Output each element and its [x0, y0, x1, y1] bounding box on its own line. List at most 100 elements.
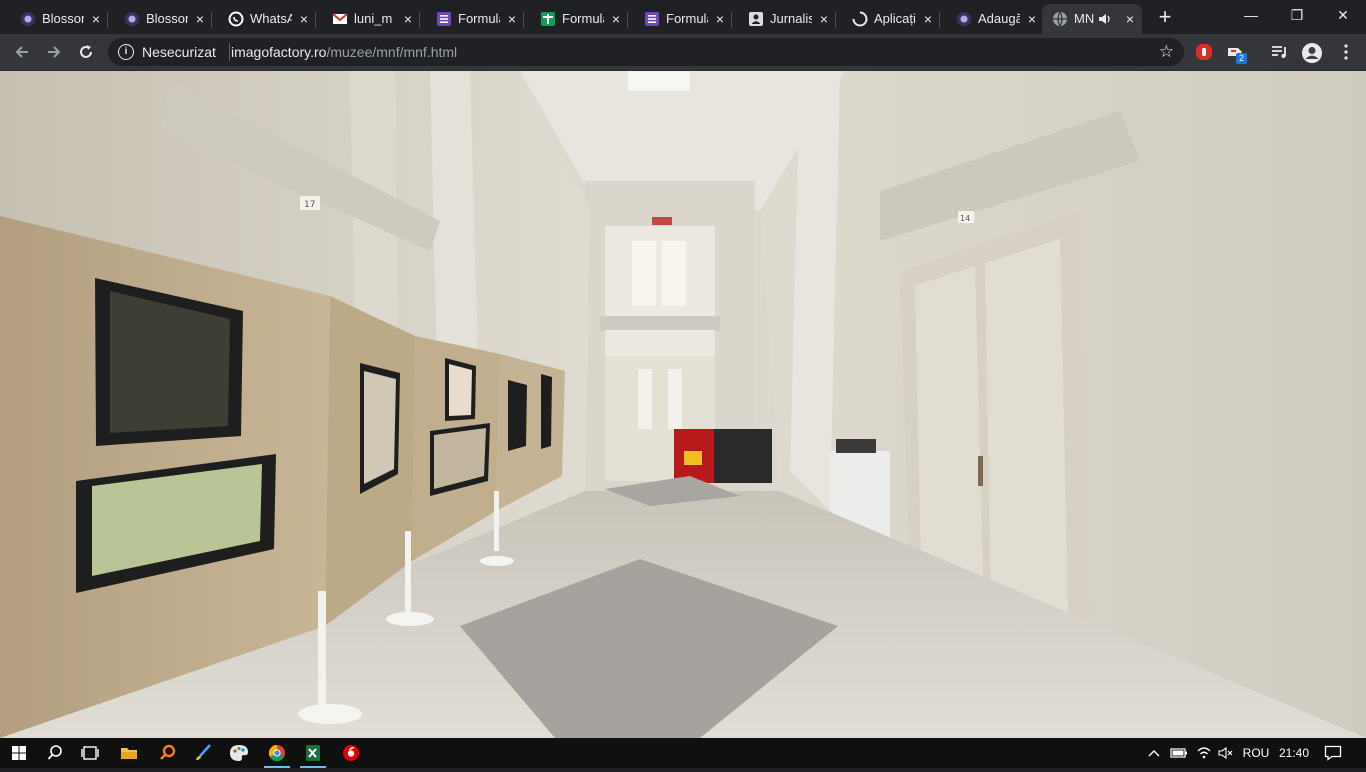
new-tab-button[interactable]: +	[1153, 6, 1177, 28]
vodafone-icon	[343, 745, 359, 761]
url-text[interactable]: imagofactory.ro/muzee/mnf/mnf.html	[231, 44, 457, 60]
task-view-button[interactable]	[75, 741, 105, 765]
tab-blossom-2[interactable]: Blossom ×	[114, 4, 212, 34]
tab-mnf-active[interactable]: MNF ×	[1042, 4, 1142, 34]
taskbar-excel[interactable]	[298, 741, 328, 768]
tray-wifi[interactable]	[1193, 738, 1215, 768]
loading-icon	[852, 11, 868, 27]
security-label[interactable]: Nesecurizat	[142, 44, 216, 60]
blossom-icon	[125, 12, 139, 26]
tab-forms-1[interactable]: Formular ×	[426, 4, 524, 34]
extension-media-queue[interactable]	[1270, 42, 1290, 62]
tab-aplicatii[interactable]: Aplicații ×	[842, 4, 940, 34]
tab-close-icon[interactable]: ×	[1024, 9, 1040, 29]
blossom-icon	[21, 12, 35, 26]
battery-icon	[1170, 748, 1187, 758]
info-icon[interactable]: i	[118, 44, 134, 60]
minimize-button[interactable]: —	[1228, 0, 1274, 30]
reload-button[interactable]	[74, 40, 98, 64]
chevron-up-icon	[1148, 750, 1160, 757]
media-queue-icon	[1272, 46, 1286, 58]
windows-taskbar: ROU 21:40	[0, 738, 1366, 768]
tab-sheets[interactable]: Formular ×	[530, 4, 628, 34]
tray-battery[interactable]	[1168, 738, 1190, 768]
tab-title: Aplicații	[874, 11, 916, 26]
taskbar-paint-palette[interactable]	[224, 741, 254, 765]
tab-title: Blossom	[146, 11, 188, 26]
tab-close-icon[interactable]: ×	[504, 9, 520, 29]
taskbar-file-explorer[interactable]	[114, 741, 144, 765]
tray-show-hidden-icons[interactable]	[1144, 738, 1164, 768]
gmail-icon	[332, 13, 348, 24]
tray-clock[interactable]: 21:40	[1274, 738, 1314, 768]
start-button[interactable]	[4, 741, 34, 765]
tab-forms-2[interactable]: Formular ×	[634, 4, 732, 34]
search-icon	[47, 745, 62, 760]
address-bar[interactable]: i Nesecurizat imagofactory.ro/muzee/mnf/…	[108, 38, 1184, 66]
tab-adauga[interactable]: Adaugă ×	[946, 4, 1044, 34]
contact-icon	[749, 12, 763, 26]
tab-jurnalist[interactable]: Jurnalist ×	[738, 4, 836, 34]
tab-close-icon[interactable]: ×	[816, 9, 832, 29]
url-path: /muzee/mnf/mnf.html	[326, 44, 458, 60]
tab-close-icon[interactable]: ×	[1122, 9, 1138, 29]
back-button[interactable]	[10, 40, 34, 64]
panorama-viewer[interactable]: 17 14	[0, 71, 1366, 738]
tab-title: WhatsApp	[250, 11, 292, 26]
tab-title: Formular	[666, 11, 708, 26]
task-view-icon	[81, 746, 99, 760]
extension-cast[interactable]: 2	[1226, 42, 1248, 64]
tab-title: luni_m	[354, 11, 393, 26]
plaque-right: 14	[960, 214, 970, 223]
tab-close-icon[interactable]: ×	[296, 9, 312, 29]
whatsapp-icon	[228, 11, 244, 27]
taskbar-chrome[interactable]	[262, 741, 292, 768]
tab-title: MNF	[1074, 11, 1094, 26]
taskbar-vodafone[interactable]	[336, 741, 366, 765]
restore-button[interactable]: ❐	[1274, 0, 1320, 30]
excel-icon	[306, 745, 320, 761]
taskbar-search-tool[interactable]	[152, 741, 182, 765]
globe-icon	[1053, 11, 1067, 27]
taskbar-paint-brush[interactable]	[188, 741, 218, 765]
tab-close-icon[interactable]: ×	[608, 9, 624, 29]
tray-language[interactable]: ROU	[1238, 738, 1274, 768]
browser-toolbar: i Nesecurizat imagofactory.ro/muzee/mnf/…	[0, 34, 1366, 71]
tab-close-icon[interactable]: ×	[712, 9, 728, 29]
tab-close-icon[interactable]: ×	[400, 9, 416, 29]
close-window-button[interactable]: ✕	[1320, 0, 1366, 30]
paint-palette-icon	[230, 745, 248, 761]
tab-strip: Blossom × Blossom × WhatsApp × luni_m × …	[0, 0, 1366, 34]
tray-action-center[interactable]	[1320, 738, 1346, 768]
tab-whatsapp[interactable]: WhatsApp ×	[218, 4, 316, 34]
speaker-audio-icon[interactable]	[1098, 13, 1112, 25]
tab-blossom-1[interactable]: Blossom ×	[10, 4, 108, 34]
forms-icon	[437, 12, 451, 26]
tab-close-icon[interactable]: ×	[88, 9, 104, 29]
extension-stop-hand[interactable]	[1194, 42, 1214, 62]
menu-dots-icon	[1344, 44, 1348, 60]
forward-button[interactable]	[42, 40, 66, 64]
file-explorer-icon	[121, 748, 137, 759]
notification-icon	[1324, 745, 1342, 761]
chrome-icon	[268, 744, 285, 762]
taskbar-search-button[interactable]	[40, 741, 70, 765]
forms-icon	[645, 12, 659, 26]
tab-title: Jurnalist	[770, 11, 812, 26]
stop-hand-icon	[1196, 44, 1212, 60]
tab-title: Blossom	[42, 11, 84, 26]
profile-button[interactable]	[1301, 42, 1322, 63]
sheets-icon	[541, 12, 555, 26]
windows-start-icon	[12, 746, 26, 760]
url-host: imagofactory.ro	[231, 44, 327, 60]
tab-gmail[interactable]: luni_m ×	[322, 4, 420, 34]
tab-close-icon[interactable]: ×	[192, 9, 208, 29]
tab-close-icon[interactable]: ×	[920, 9, 936, 29]
extension-badge: 2	[1236, 53, 1248, 64]
tray-volume-muted[interactable]	[1215, 738, 1237, 768]
wifi-icon	[1197, 747, 1211, 759]
tab-title: Formular	[458, 11, 500, 26]
menu-button[interactable]	[1336, 42, 1356, 62]
plaque-left: 17	[304, 200, 315, 210]
bookmark-star-icon[interactable]: ☆	[1159, 42, 1174, 62]
